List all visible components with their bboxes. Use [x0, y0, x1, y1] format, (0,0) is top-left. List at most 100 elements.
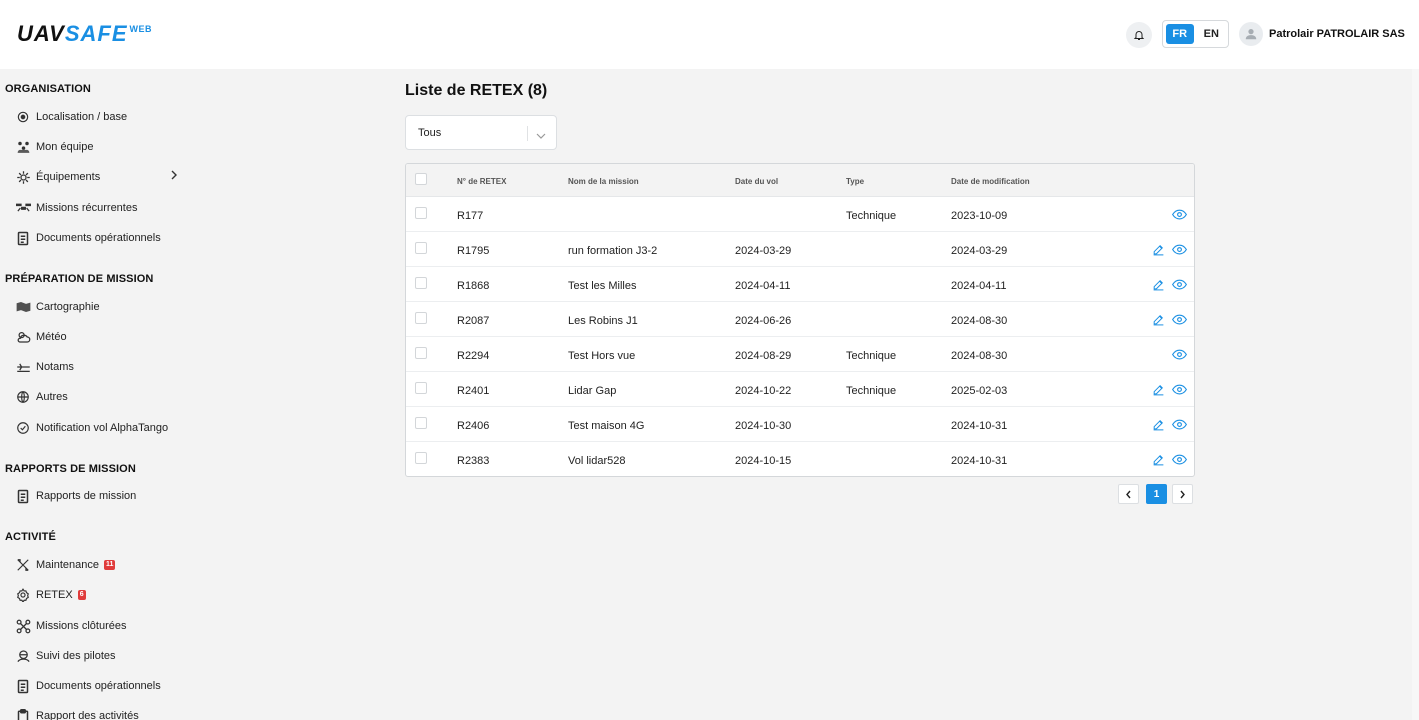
view-eye-icon[interactable] — [1171, 346, 1187, 362]
row-checkbox[interactable] — [415, 242, 427, 254]
table-row[interactable]: R1868 Test les Milles 2024-04-11 2024-04-11 — [406, 267, 1194, 302]
lang-en-button[interactable]: EN — [1198, 24, 1226, 44]
sidebar-item-documents-operationnels-2[interactable]: Documents opérationnels — [15, 676, 245, 696]
cell-mission-name: Lidar Gap — [568, 385, 617, 397]
sidebar-item-suivi-des-pilotes[interactable]: Suivi des pilotes — [15, 646, 245, 666]
sidebar-item-cartographie[interactable]: Cartographie — [15, 297, 245, 317]
sidebar-item-notification-alphatango[interactable]: Notification vol AlphaTango — [15, 418, 245, 438]
lang-fr-button[interactable]: FR — [1166, 24, 1194, 44]
pagination-prev-button[interactable] — [1118, 484, 1139, 504]
edit-pencil-icon[interactable] — [1150, 311, 1166, 327]
cell-retex-number: R2383 — [457, 455, 490, 467]
edit-pencil-icon[interactable] — [1150, 276, 1166, 292]
filter-selected-value: Tous — [418, 127, 442, 139]
row-checkbox[interactable] — [415, 277, 427, 289]
maintenance-count-badge: 11 — [104, 560, 116, 570]
select-all-checkbox[interactable] — [415, 173, 427, 185]
edit-pencil-icon[interactable] — [1150, 416, 1166, 432]
sidebar-item-maintenance[interactable]: Maintenance 11 — [15, 555, 245, 575]
edit-pencil-icon[interactable] — [1150, 381, 1166, 397]
type-filter-select[interactable]: Tous — [405, 115, 557, 150]
section-title-activite: ACTIVITÉ — [5, 531, 56, 543]
row-checkbox[interactable] — [415, 347, 427, 359]
edit-pencil-icon[interactable] — [1150, 241, 1166, 257]
table-row[interactable]: R2383 Vol lidar528 2024-10-15 2024-10-31 — [406, 442, 1194, 476]
row-checkbox[interactable] — [415, 207, 427, 219]
notifications-bell-icon[interactable] — [1126, 22, 1152, 48]
column-header-mission-name[interactable]: Nom de la mission — [568, 177, 639, 186]
cell-modification-date: 2024-03-29 — [951, 245, 1008, 257]
sidebar-item-notams[interactable]: Notams — [15, 357, 245, 377]
cell-modification-date: 2025-02-03 — [951, 385, 1008, 397]
view-eye-icon[interactable] — [1171, 311, 1187, 327]
chevron-right-icon[interactable] — [170, 170, 178, 183]
cell-retex-number: R2406 — [457, 420, 490, 432]
user-avatar-icon[interactable] — [1239, 22, 1263, 46]
view-eye-icon[interactable] — [1171, 206, 1187, 222]
table-row[interactable]: R177 Technique 2023-10-09 — [406, 197, 1194, 232]
column-header-modification-date[interactable]: Date de modification — [951, 177, 1030, 186]
sidebar-item-label: Localisation / base — [36, 111, 128, 123]
row-checkbox[interactable] — [415, 417, 427, 429]
app-logo[interactable]: UAVSAFE WEB — [17, 22, 152, 46]
table-row[interactable]: R2401 Lidar Gap 2024-10-22 Technique 2025-02… — [406, 372, 1194, 407]
sidebar-item-label: Rapport des activités — [36, 710, 139, 720]
row-checkbox[interactable] — [415, 312, 427, 324]
sidebar-item-rapport-des-activites[interactable]: Rapport des activités — [15, 706, 245, 720]
table-row[interactable]: R1795 run formation J3-2 2024-03-29 2024-03… — [406, 232, 1194, 267]
sidebar-item-mon-equipe[interactable]: Mon équipe — [15, 137, 245, 157]
sidebar-item-label: Équipements — [36, 171, 101, 183]
edit-pencil-icon[interactable] — [1150, 451, 1166, 467]
column-header-type[interactable]: Type — [846, 177, 864, 186]
sidebar-item-meteo[interactable]: Météo — [15, 327, 245, 347]
view-eye-icon[interactable] — [1171, 276, 1187, 292]
retex-table: N° de RETEX Nom de la mission Date du vo… — [405, 163, 1195, 477]
column-header-flight-date[interactable]: Date du vol — [735, 177, 778, 186]
cell-flight-date: 2024-08-29 — [735, 350, 792, 362]
sidebar-item-autres[interactable]: Autres — [15, 387, 245, 407]
cell-modification-date: 2024-04-11 — [951, 280, 1007, 292]
row-checkbox[interactable] — [415, 382, 427, 394]
cell-flight-date: 2024-06-26 — [735, 315, 792, 327]
section-title-organisation: ORGANISATION — [5, 83, 91, 95]
table-row[interactable]: R2294 Test Hors vue 2024-08-29 Technique 202… — [406, 337, 1194, 372]
cell-modification-date: 2024-10-31 — [951, 455, 1008, 467]
cell-mission-name: Test les Milles — [568, 280, 637, 292]
sidebar-item-label: Cartographie — [36, 301, 100, 313]
tools-icon — [15, 557, 31, 573]
sidebar-item-label: Documents opérationnels — [36, 680, 161, 692]
sidebar-item-retex[interactable]: RETEX 6 — [15, 585, 245, 605]
table-header: N° de RETEX Nom de la mission Date du vo… — [406, 164, 1194, 197]
chevron-down-icon[interactable] — [536, 127, 546, 145]
notam-icon — [15, 359, 31, 375]
table-row[interactable]: R2406 Test maison 4G 2024-10-30 2024-10-31 — [406, 407, 1194, 442]
notification-flight-icon — [15, 420, 31, 436]
sidebar-item-equipements[interactable]: Équipements — [15, 167, 245, 187]
row-checkbox[interactable] — [415, 452, 427, 464]
sidebar-item-label: Mon équipe — [36, 141, 94, 153]
pagination-page-button[interactable]: 1 — [1146, 484, 1167, 504]
sidebar-item-label: Notification vol AlphaTango — [36, 422, 169, 434]
cell-mission-name: run formation J3-2 — [568, 245, 658, 257]
pagination-next-button[interactable] — [1172, 484, 1193, 504]
document-icon — [15, 230, 31, 246]
sidebar-item-localisation[interactable]: Localisation / base — [15, 107, 245, 127]
column-header-retex-number[interactable]: N° de RETEX — [457, 177, 506, 186]
sidebar-item-missions-cloturees[interactable]: Missions clôturées — [15, 616, 245, 636]
cell-retex-number: R1868 — [457, 280, 490, 292]
user-name[interactable]: Patrolair PATROLAIR SAS — [1269, 28, 1405, 40]
sidebar-item-label: Missions clôturées — [36, 620, 127, 632]
report-icon — [15, 488, 31, 504]
sidebar-item-rapports-de-mission[interactable]: Rapports de mission — [15, 486, 245, 506]
view-eye-icon[interactable] — [1171, 451, 1187, 467]
cell-flight-date: 2024-10-30 — [735, 420, 792, 432]
sidebar-item-documents-operationnels[interactable]: Documents opérationnels — [15, 228, 245, 248]
view-eye-icon[interactable] — [1171, 381, 1187, 397]
page-scrollbar[interactable] — [1412, 69, 1419, 720]
top-header: UAVSAFE WEB FR EN Patrolair PATROLAIR SA… — [0, 0, 1419, 69]
sidebar-item-label: Notams — [36, 361, 74, 373]
view-eye-icon[interactable] — [1171, 416, 1187, 432]
sidebar-item-missions-recurrentes[interactable]: Missions récurrentes — [15, 198, 245, 218]
table-row[interactable]: R2087 Les Robins J1 2024-06-26 2024-08-30 — [406, 302, 1194, 337]
view-eye-icon[interactable] — [1171, 241, 1187, 257]
